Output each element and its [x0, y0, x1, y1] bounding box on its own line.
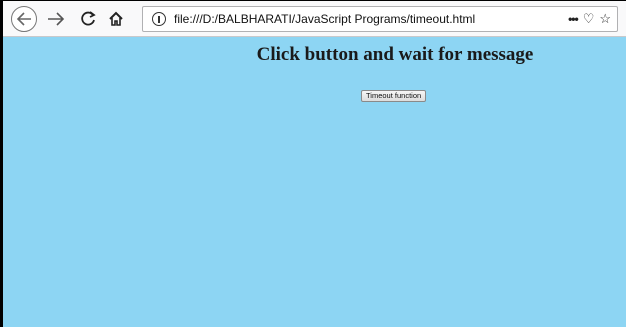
home-icon — [109, 11, 123, 26]
page-heading: Click button and wait for message — [256, 44, 534, 65]
forward-button[interactable] — [43, 4, 69, 34]
reload-icon — [81, 11, 96, 26]
url-text[interactable]: file:///D:/BALBHARATI/JavaScript Program… — [174, 12, 475, 26]
reload-button[interactable] — [75, 4, 101, 34]
forward-arrow-icon — [48, 12, 65, 26]
timeout-function-button[interactable]: Timeout function — [361, 90, 427, 102]
home-button[interactable] — [103, 4, 129, 34]
page-content: Click button and wait for message Timeou… — [3, 37, 626, 327]
url-bar[interactable]: file:///D:/BALBHARATI/JavaScript Program… — [142, 6, 618, 32]
url-actions: ••• ♡ ☆ — [568, 10, 611, 28]
pocket-icon[interactable]: ♡ — [583, 11, 595, 27]
back-arrow-icon — [11, 6, 37, 32]
bookmark-star-icon[interactable]: ☆ — [599, 11, 611, 27]
browser-toolbar: file:///D:/BALBHARATI/JavaScript Program… — [3, 1, 626, 37]
back-button[interactable] — [9, 4, 39, 34]
more-actions-icon[interactable]: ••• — [568, 12, 579, 26]
info-icon[interactable] — [152, 12, 166, 26]
